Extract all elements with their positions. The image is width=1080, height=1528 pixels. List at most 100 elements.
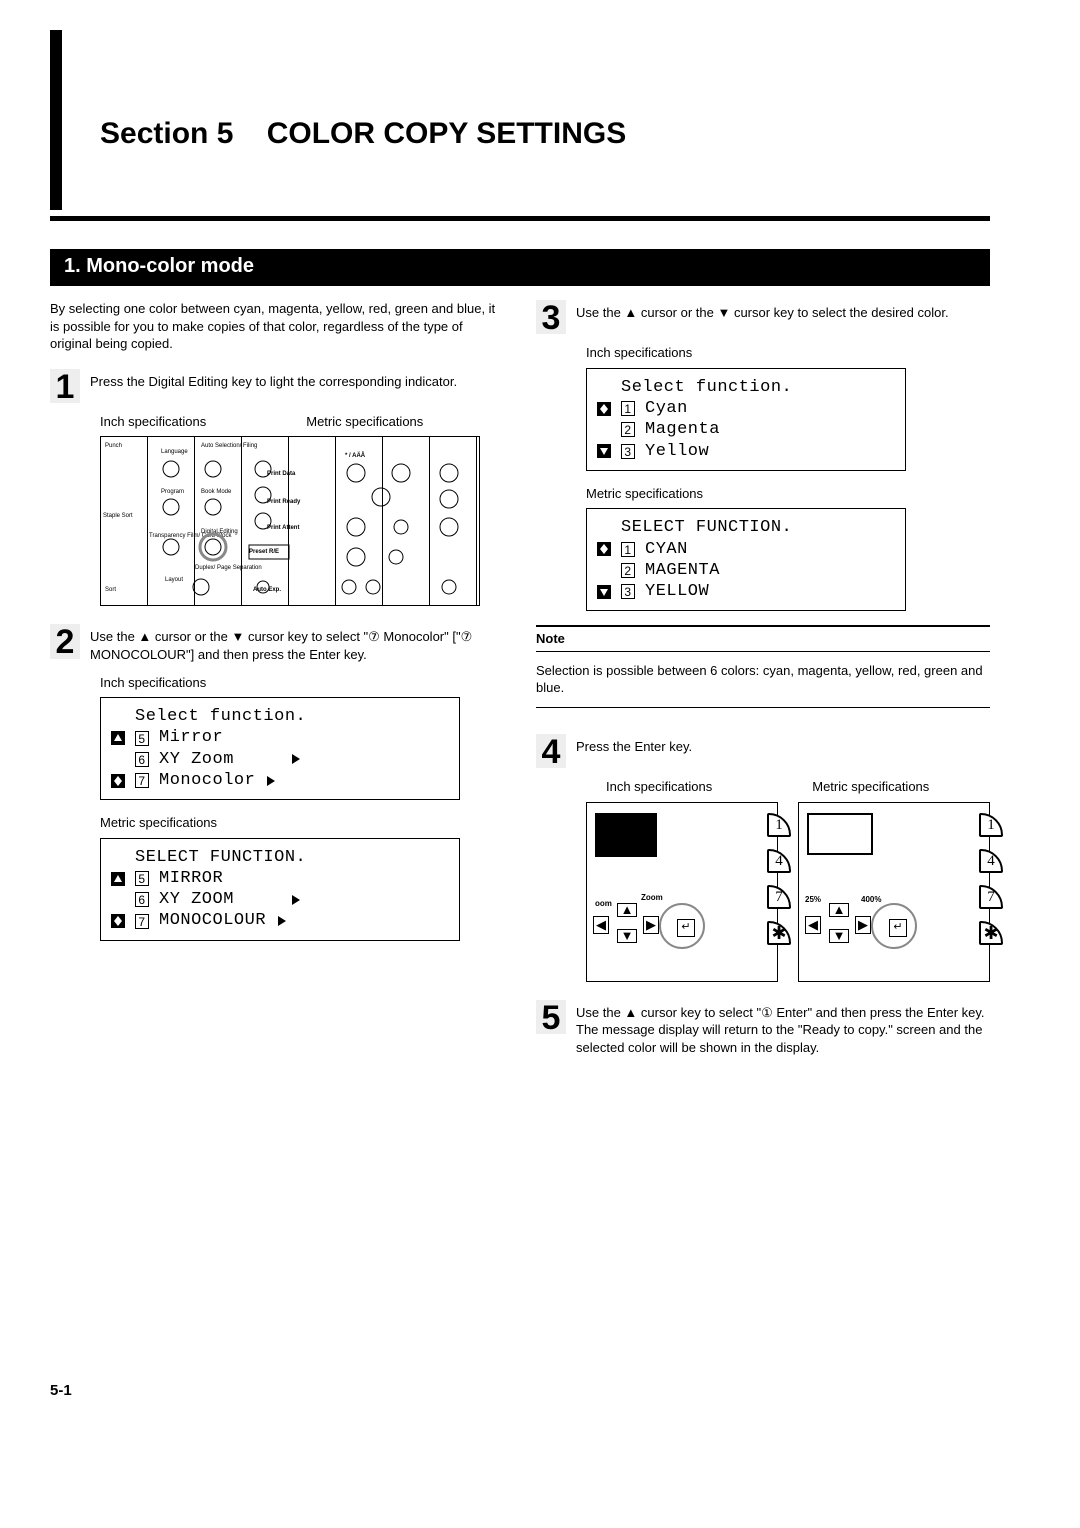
tab-ornament: [50, 30, 62, 210]
keypad-illustration-inch: oom Zoom ▲ ▼ ◀ ▶ ↵ 1 4 7 ✱: [586, 802, 778, 982]
spec-labels-row: Inch specifications Metric specification…: [606, 778, 990, 796]
key-1: 1: [979, 813, 1003, 837]
submenu-icon: [292, 754, 300, 764]
lcd-screen-icon: [595, 813, 657, 857]
nav-down-icon: ▼: [617, 929, 637, 943]
step-text: Use the ▲ cursor key to select "① Enter"…: [576, 1000, 990, 1057]
section-label: Section 5: [100, 117, 233, 150]
lcd-step2-inch: Select function. 5Mirror 6XY Zoom 7Monoc…: [100, 697, 460, 800]
highlight-circle-icon: [871, 903, 917, 949]
nav-right-icon: ▶: [643, 916, 659, 934]
key-1: 1: [767, 813, 791, 837]
opt-text: XY ZOOM: [159, 889, 234, 910]
opt-num: 1: [621, 542, 635, 557]
metric-label: Metric specifications: [100, 814, 504, 832]
opt-num: 5: [135, 871, 149, 886]
cursor-up-icon: [111, 872, 125, 886]
column-left: By selecting one color between cyan, mag…: [50, 300, 504, 1401]
step-number: 3: [536, 300, 566, 334]
rule-heavy: [50, 216, 990, 221]
opt-num: 7: [135, 773, 149, 788]
opt-num: 6: [135, 752, 149, 767]
step-number: 4: [536, 734, 566, 768]
opt-num: 2: [621, 563, 635, 578]
section-title: Section 5 COLOR COPY SETTINGS: [100, 114, 626, 211]
inch-label: Inch specifications: [100, 413, 206, 431]
note-text: Selection is possible between 6 colors: …: [536, 662, 990, 697]
panel-illustration: Punch Language Auto Selection/ Filing Pr…: [100, 436, 480, 606]
section-name: COLOR COPY SETTINGS: [267, 117, 627, 150]
inch-label: Inch specifications: [100, 674, 504, 692]
step-2: 2 Use the ▲ cursor or the ▼ cursor key t…: [50, 624, 504, 663]
pct400-label: 400%: [861, 895, 881, 906]
note-label: Note: [536, 625, 990, 652]
lcd-title: Select function.: [621, 377, 792, 398]
submenu-icon: [292, 895, 300, 905]
key-7: 7: [979, 885, 1003, 909]
opt-text: Mirror: [159, 727, 223, 748]
metric-label: Metric specifications: [586, 485, 990, 503]
inch-label: Inch specifications: [606, 778, 712, 796]
metric-label: Metric specifications: [812, 778, 929, 796]
step-text: Press the Enter key.: [576, 734, 990, 756]
opt-text: YELLOW: [645, 581, 709, 602]
step-number: 5: [536, 1000, 566, 1034]
opt-text: Yellow: [645, 441, 709, 462]
metric-label: Metric specifications: [306, 413, 423, 431]
highlight-circle-icon: [659, 903, 705, 949]
nav-right-icon: ▶: [855, 916, 871, 934]
key-7: 7: [767, 885, 791, 909]
cursor-up-icon: [111, 731, 125, 745]
nav-up-icon: ▲: [829, 903, 849, 917]
spec-labels-row: Inch specifications Metric specification…: [100, 413, 504, 431]
opt-num: 3: [621, 444, 635, 459]
opt-num: 3: [621, 584, 635, 599]
opt-text: MONOCOLOUR: [159, 910, 266, 931]
lcd-step3-metric: SELECT FUNCTION. 1CYAN 2MAGENTA 3YELLOW: [586, 508, 906, 611]
keypad-illustration-metric: 25% 400% ▲ ▼ ◀ ▶ ↵ 1 4 7 ✱: [798, 802, 990, 982]
key-4: 4: [767, 849, 791, 873]
opt-text: Cyan: [645, 398, 688, 419]
intro-text: By selecting one color between cyan, mag…: [50, 300, 504, 353]
cursor-down-icon: [597, 585, 611, 599]
lcd-title: SELECT FUNCTION.: [135, 847, 306, 868]
subheading: 1. Mono-color mode: [50, 249, 990, 286]
opt-text: Magenta: [645, 419, 720, 440]
page-number: 5-1: [50, 1381, 504, 1401]
column-right: 3 Use the ▲ cursor or the ▼ cursor key t…: [536, 300, 990, 1401]
key-4: 4: [979, 849, 1003, 873]
step-text: Use the ▲ cursor or the ▼ cursor key to …: [90, 624, 504, 663]
cursor-current-icon: [597, 402, 611, 416]
opt-text: MAGENTA: [645, 560, 720, 581]
cursor-down-icon: [597, 444, 611, 458]
opt-num: 1: [621, 401, 635, 416]
opt-num: 5: [135, 731, 149, 746]
inch-label: Inch specifications: [586, 344, 990, 362]
step-1: 1 Press the Digital Editing key to light…: [50, 369, 504, 403]
submenu-icon: [267, 776, 275, 786]
step-3: 3 Use the ▲ cursor or the ▼ cursor key t…: [536, 300, 990, 334]
nav-up-icon: ▲: [617, 903, 637, 917]
step-text: Use the ▲ cursor or the ▼ cursor key to …: [576, 300, 990, 322]
nav-left-icon: ◀: [805, 916, 821, 934]
opt-num: 6: [135, 892, 149, 907]
submenu-icon: [278, 916, 286, 926]
note-separator: [536, 707, 990, 708]
lcd-title: Select function.: [135, 706, 306, 727]
zoom-tiny: oom: [595, 899, 612, 910]
panel-svg-icon: [101, 437, 480, 606]
keypad-row: oom Zoom ▲ ▼ ◀ ▶ ↵ 1 4 7 ✱ 25% 400% ▲ ▼ …: [586, 802, 990, 982]
opt-text: MIRROR: [159, 868, 223, 889]
opt-num: 7: [135, 914, 149, 929]
key-star: ✱: [767, 921, 791, 945]
cursor-current-icon: [111, 774, 125, 788]
section-header: Section 5 COLOR COPY SETTINGS: [50, 30, 990, 210]
nav-down-icon: ▼: [829, 929, 849, 943]
cursor-current-icon: [111, 914, 125, 928]
opt-text: CYAN: [645, 539, 688, 560]
step-text: Press the Digital Editing key to light t…: [90, 369, 504, 391]
step-5: 5 Use the ▲ cursor key to select "① Ente…: [536, 1000, 990, 1057]
lcd-screen-icon: [807, 813, 873, 855]
zoom-label: Zoom: [641, 893, 663, 904]
key-star: ✱: [979, 921, 1003, 945]
